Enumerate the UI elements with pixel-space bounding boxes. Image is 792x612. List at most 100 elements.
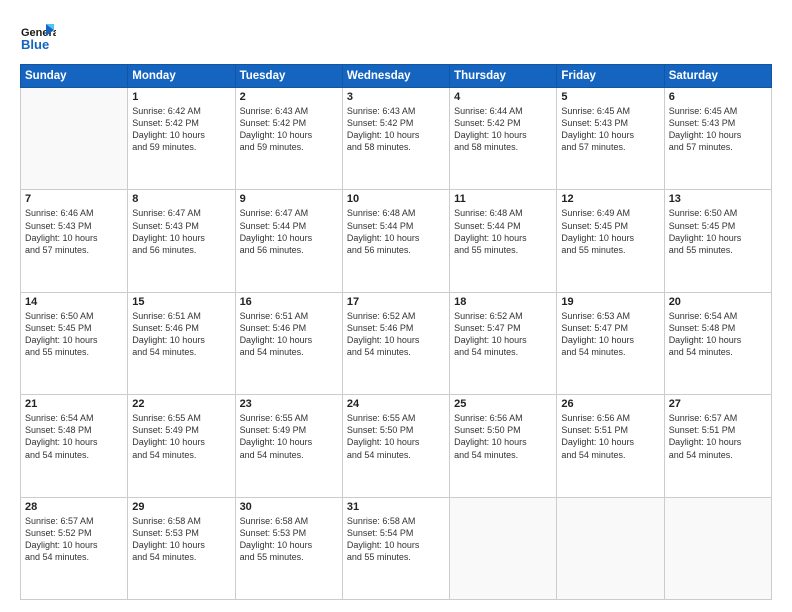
calendar-cell: 31 Sunrise: 6:58 AM Sunset: 5:54 PM Dayli… bbox=[342, 497, 449, 599]
cell-text: Sunrise: 6:58 AM Sunset: 5:54 PM Dayligh… bbox=[347, 515, 445, 564]
day-number: 12 bbox=[561, 193, 659, 205]
cell-text: Sunrise: 6:52 AM Sunset: 5:47 PM Dayligh… bbox=[454, 310, 552, 359]
day-number: 13 bbox=[669, 193, 767, 205]
calendar-cell: 5 Sunrise: 6:45 AM Sunset: 5:43 PM Daylig… bbox=[557, 88, 664, 190]
calendar-cell bbox=[450, 497, 557, 599]
calendar-cell: 24 Sunrise: 6:55 AM Sunset: 5:50 PM Dayli… bbox=[342, 395, 449, 497]
col-header-friday: Friday bbox=[557, 65, 664, 88]
cell-text: Sunrise: 6:48 AM Sunset: 5:44 PM Dayligh… bbox=[454, 207, 552, 256]
calendar-cell: 12Sunrise: 6:49 AM Sunset: 5:45 PM Dayli… bbox=[557, 190, 664, 292]
day-number: 27 bbox=[669, 398, 767, 410]
day-number: 9 bbox=[240, 193, 338, 205]
week-row-1: 7Sunrise: 6:46 AM Sunset: 5:43 PM Daylig… bbox=[21, 190, 772, 292]
calendar-cell: 20Sunrise: 6:54 AM Sunset: 5:48 PM Dayli… bbox=[664, 292, 771, 394]
calendar-cell: 10 Sunrise: 6:48 AM Sunset: 5:44 PM Dayli… bbox=[342, 190, 449, 292]
cell-text: Sunrise: 6:54 AM Sunset: 5:48 PM Dayligh… bbox=[669, 310, 767, 359]
cell-text: Sunrise: 6:50 AM Sunset: 5:45 PM Dayligh… bbox=[669, 207, 767, 256]
day-number: 28 bbox=[25, 501, 123, 513]
calendar-cell: 21 Sunrise: 6:54 AM Sunset: 5:48 PM Dayli… bbox=[21, 395, 128, 497]
day-number: 30 bbox=[240, 501, 338, 513]
cell-text: Sunrise: 6:57 AM Sunset: 5:51 PM Dayligh… bbox=[669, 412, 767, 461]
calendar-cell bbox=[557, 497, 664, 599]
cell-text: Sunrise: 6:58 AM Sunset: 5:53 PM Dayligh… bbox=[132, 515, 230, 564]
calendar-cell: 9Sunrise: 6:47 AM Sunset: 5:44 PM Daylig… bbox=[235, 190, 342, 292]
day-number: 17 bbox=[347, 296, 445, 308]
day-number: 6 bbox=[669, 91, 767, 103]
calendar-cell: 23Sunrise: 6:55 AM Sunset: 5:49 PM Dayli… bbox=[235, 395, 342, 497]
calendar-cell: 17 Sunrise: 6:52 AM Sunset: 5:46 PM Dayli… bbox=[342, 292, 449, 394]
day-number: 1 bbox=[132, 91, 230, 103]
week-row-2: 14Sunrise: 6:50 AM Sunset: 5:45 PM Dayli… bbox=[21, 292, 772, 394]
week-row-4: 28 Sunrise: 6:57 AM Sunset: 5:52 PM Dayli… bbox=[21, 497, 772, 599]
cell-text: Sunrise: 6:45 AM Sunset: 5:43 PM Dayligh… bbox=[669, 105, 767, 154]
week-row-3: 21 Sunrise: 6:54 AM Sunset: 5:48 PM Dayli… bbox=[21, 395, 772, 497]
calendar-cell: 13 Sunrise: 6:50 AM Sunset: 5:45 PM Dayli… bbox=[664, 190, 771, 292]
cell-text: Sunrise: 6:44 AM Sunset: 5:42 PM Dayligh… bbox=[454, 105, 552, 154]
calendar-cell: 14Sunrise: 6:50 AM Sunset: 5:45 PM Dayli… bbox=[21, 292, 128, 394]
day-number: 15 bbox=[132, 296, 230, 308]
cell-text: Sunrise: 6:43 AM Sunset: 5:42 PM Dayligh… bbox=[240, 105, 338, 154]
calendar-cell: 4Sunrise: 6:44 AM Sunset: 5:42 PM Daylig… bbox=[450, 88, 557, 190]
cell-text: Sunrise: 6:52 AM Sunset: 5:46 PM Dayligh… bbox=[347, 310, 445, 359]
cell-text: Sunrise: 6:50 AM Sunset: 5:45 PM Dayligh… bbox=[25, 310, 123, 359]
cell-text: Sunrise: 6:54 AM Sunset: 5:48 PM Dayligh… bbox=[25, 412, 123, 461]
day-number: 26 bbox=[561, 398, 659, 410]
cell-text: Sunrise: 6:48 AM Sunset: 5:44 PM Dayligh… bbox=[347, 207, 445, 256]
cell-text: Sunrise: 6:51 AM Sunset: 5:46 PM Dayligh… bbox=[132, 310, 230, 359]
calendar-cell: 11 Sunrise: 6:48 AM Sunset: 5:44 PM Dayli… bbox=[450, 190, 557, 292]
cell-text: Sunrise: 6:47 AM Sunset: 5:43 PM Dayligh… bbox=[132, 207, 230, 256]
calendar-cell: 30Sunrise: 6:58 AM Sunset: 5:53 PM Dayli… bbox=[235, 497, 342, 599]
cell-text: Sunrise: 6:55 AM Sunset: 5:49 PM Dayligh… bbox=[132, 412, 230, 461]
calendar-cell: 26 Sunrise: 6:56 AM Sunset: 5:51 PM Dayli… bbox=[557, 395, 664, 497]
calendar-cell: 6 Sunrise: 6:45 AM Sunset: 5:43 PM Daylig… bbox=[664, 88, 771, 190]
col-header-thursday: Thursday bbox=[450, 65, 557, 88]
cell-text: Sunrise: 6:56 AM Sunset: 5:51 PM Dayligh… bbox=[561, 412, 659, 461]
day-number: 11 bbox=[454, 193, 552, 205]
day-number: 3 bbox=[347, 91, 445, 103]
day-number: 22 bbox=[132, 398, 230, 410]
calendar-cell: 2Sunrise: 6:43 AM Sunset: 5:42 PM Daylig… bbox=[235, 88, 342, 190]
calendar-cell: 8 Sunrise: 6:47 AM Sunset: 5:43 PM Daylig… bbox=[128, 190, 235, 292]
calendar-cell: 19 Sunrise: 6:53 AM Sunset: 5:47 PM Dayli… bbox=[557, 292, 664, 394]
day-number: 23 bbox=[240, 398, 338, 410]
day-number: 24 bbox=[347, 398, 445, 410]
calendar-cell: 15 Sunrise: 6:51 AM Sunset: 5:46 PM Dayli… bbox=[128, 292, 235, 394]
cell-text: Sunrise: 6:42 AM Sunset: 5:42 PM Dayligh… bbox=[132, 105, 230, 154]
day-number: 16 bbox=[240, 296, 338, 308]
cell-text: Sunrise: 6:57 AM Sunset: 5:52 PM Dayligh… bbox=[25, 515, 123, 564]
day-number: 25 bbox=[454, 398, 552, 410]
day-number: 5 bbox=[561, 91, 659, 103]
cell-text: Sunrise: 6:45 AM Sunset: 5:43 PM Dayligh… bbox=[561, 105, 659, 154]
day-number: 21 bbox=[25, 398, 123, 410]
calendar-cell: 16 Sunrise: 6:51 AM Sunset: 5:46 PM Dayli… bbox=[235, 292, 342, 394]
cell-text: Sunrise: 6:51 AM Sunset: 5:46 PM Dayligh… bbox=[240, 310, 338, 359]
day-number: 8 bbox=[132, 193, 230, 205]
day-number: 29 bbox=[132, 501, 230, 513]
col-header-saturday: Saturday bbox=[664, 65, 771, 88]
calendar-cell: 1 Sunrise: 6:42 AM Sunset: 5:42 PM Daylig… bbox=[128, 88, 235, 190]
calendar-table: SundayMondayTuesdayWednesdayThursdayFrid… bbox=[20, 64, 772, 600]
calendar-cell bbox=[21, 88, 128, 190]
day-number: 10 bbox=[347, 193, 445, 205]
header: GeneralBlue bbox=[20, 16, 772, 56]
day-number: 7 bbox=[25, 193, 123, 205]
page: GeneralBlue SundayMondayTuesdayWednesday… bbox=[0, 0, 792, 612]
calendar-cell: 3 Sunrise: 6:43 AM Sunset: 5:42 PM Daylig… bbox=[342, 88, 449, 190]
logo-svg: GeneralBlue bbox=[20, 20, 56, 56]
calendar-cell: 18 Sunrise: 6:52 AM Sunset: 5:47 PM Dayli… bbox=[450, 292, 557, 394]
calendar-cell bbox=[664, 497, 771, 599]
calendar-cell: 25Sunrise: 6:56 AM Sunset: 5:50 PM Dayli… bbox=[450, 395, 557, 497]
day-number: 19 bbox=[561, 296, 659, 308]
cell-text: Sunrise: 6:55 AM Sunset: 5:50 PM Dayligh… bbox=[347, 412, 445, 461]
calendar-cell: 27 Sunrise: 6:57 AM Sunset: 5:51 PM Dayli… bbox=[664, 395, 771, 497]
col-header-tuesday: Tuesday bbox=[235, 65, 342, 88]
day-number: 31 bbox=[347, 501, 445, 513]
col-header-sunday: Sunday bbox=[21, 65, 128, 88]
cell-text: Sunrise: 6:53 AM Sunset: 5:47 PM Dayligh… bbox=[561, 310, 659, 359]
cell-text: Sunrise: 6:43 AM Sunset: 5:42 PM Dayligh… bbox=[347, 105, 445, 154]
week-row-0: 1 Sunrise: 6:42 AM Sunset: 5:42 PM Daylig… bbox=[21, 88, 772, 190]
calendar-cell: 7Sunrise: 6:46 AM Sunset: 5:43 PM Daylig… bbox=[21, 190, 128, 292]
day-number: 18 bbox=[454, 296, 552, 308]
calendar-cell: 29 Sunrise: 6:58 AM Sunset: 5:53 PM Dayli… bbox=[128, 497, 235, 599]
header-row: SundayMondayTuesdayWednesdayThursdayFrid… bbox=[21, 65, 772, 88]
